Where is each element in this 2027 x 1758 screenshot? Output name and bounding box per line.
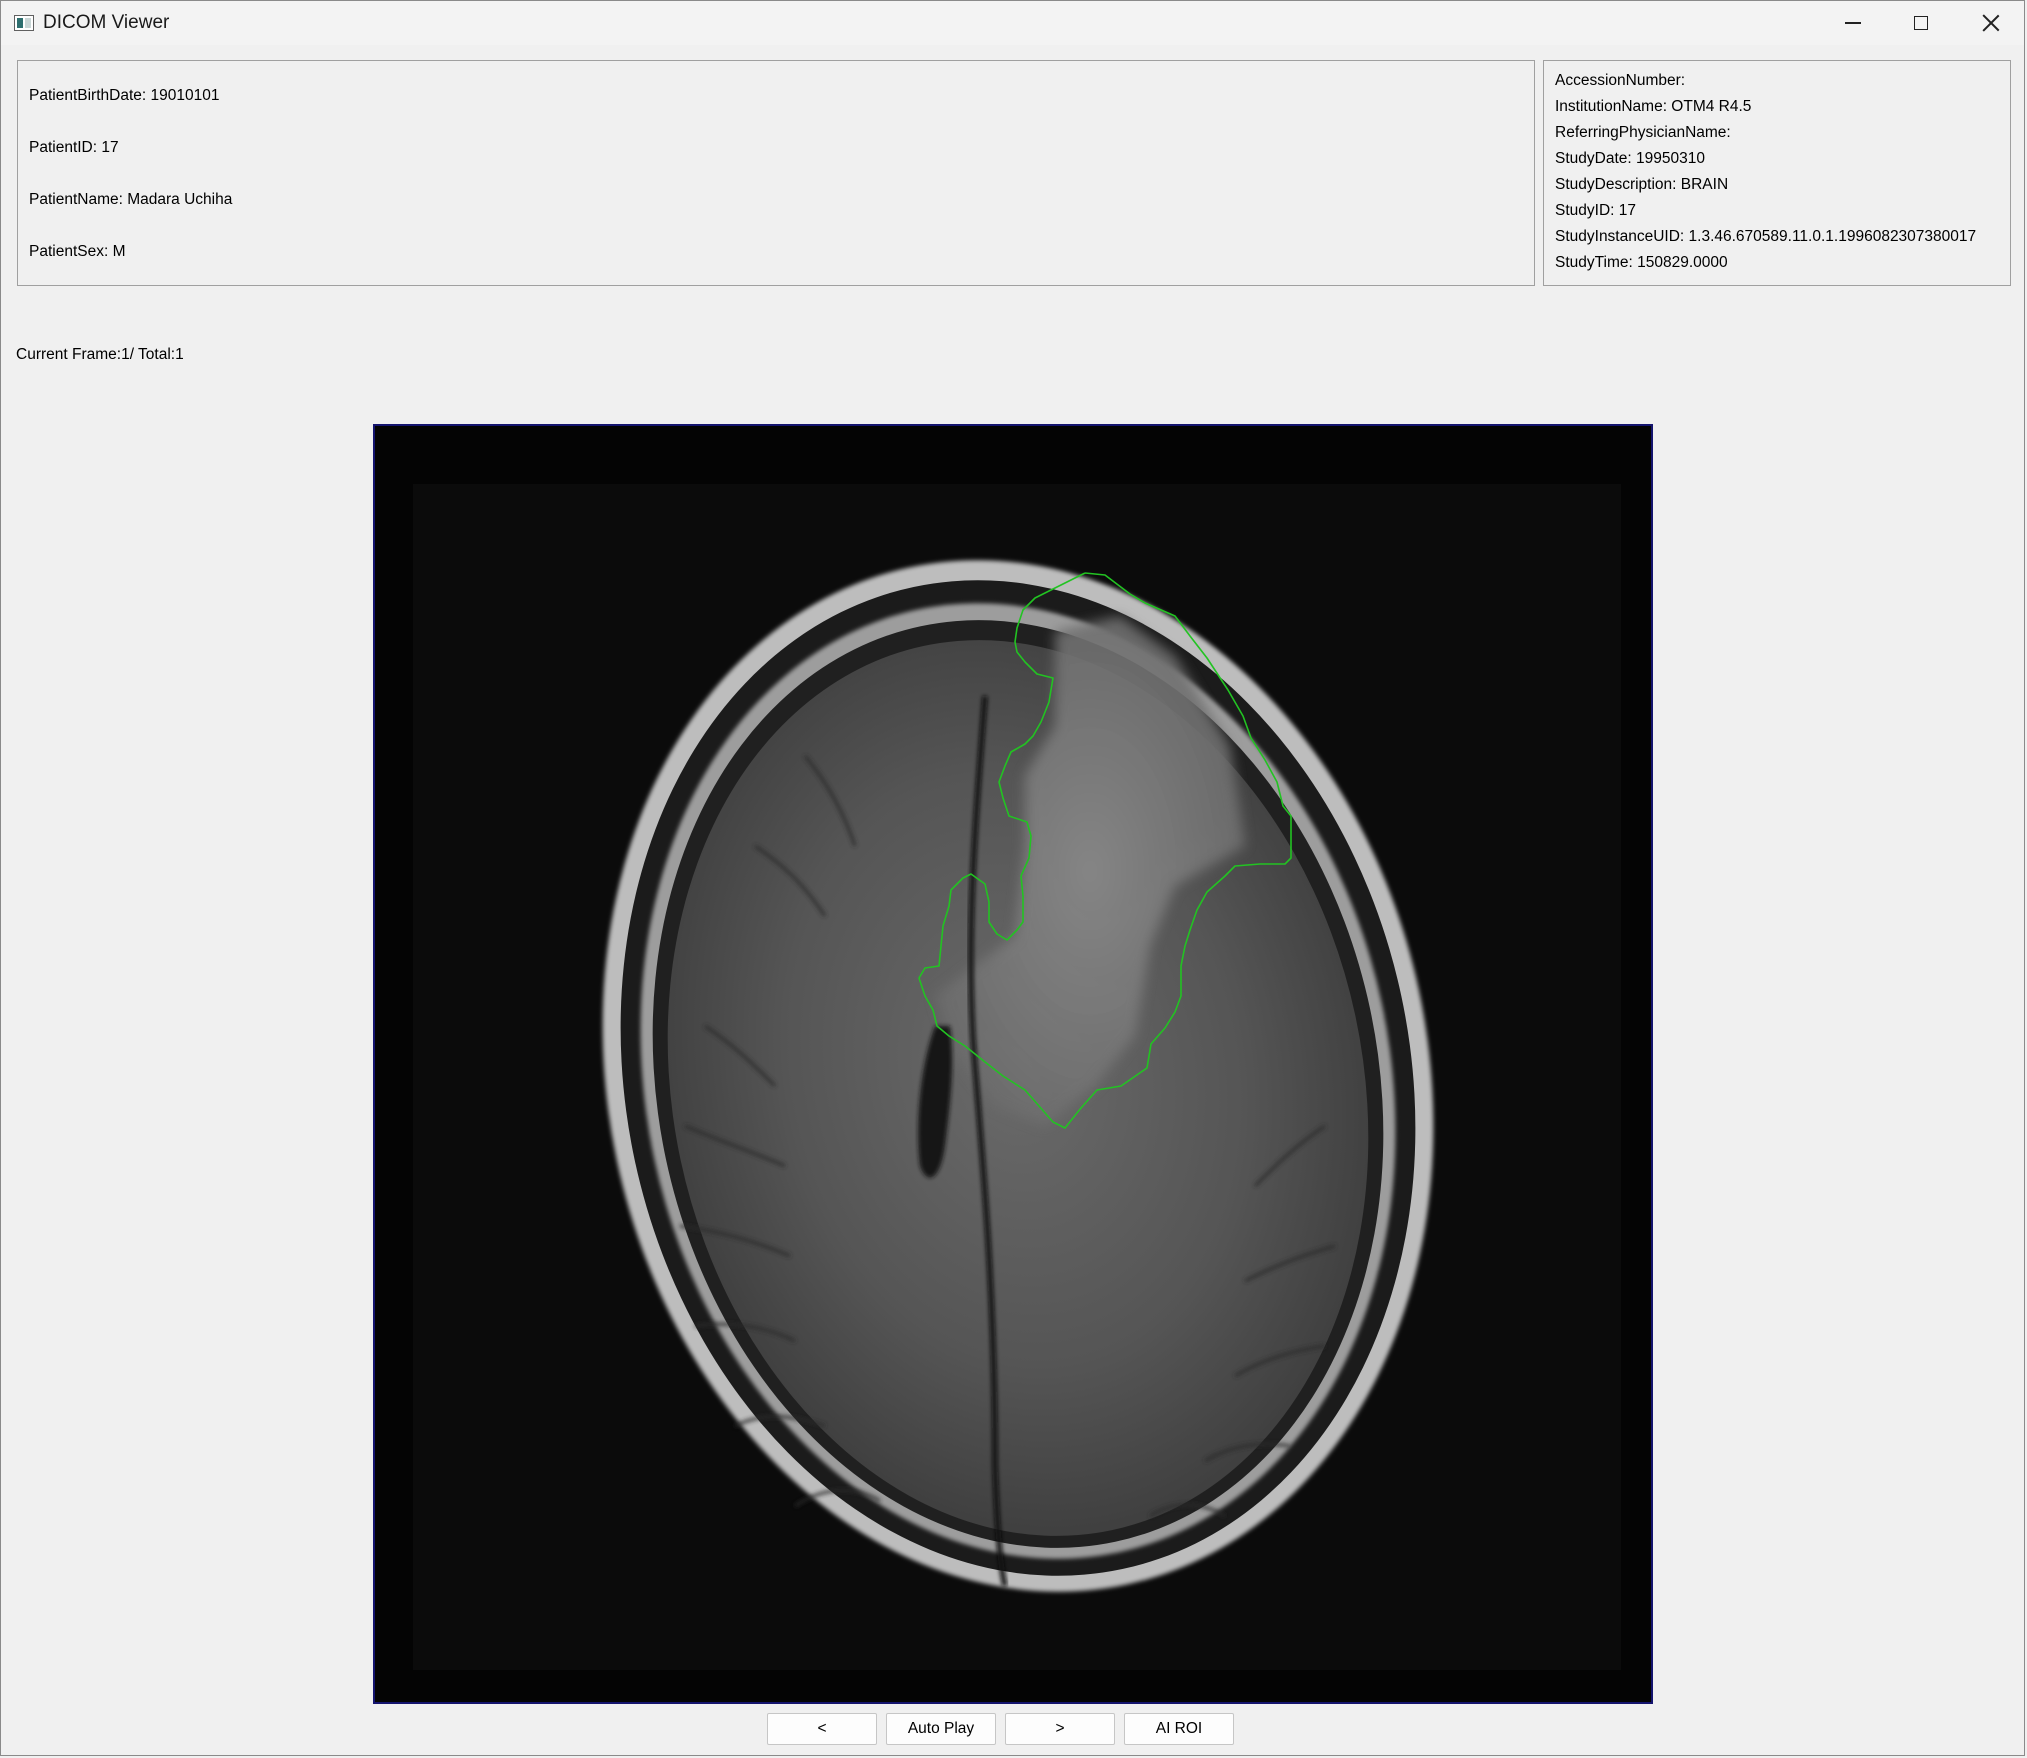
referring-physician-name: ReferringPhysicianName: — [1555, 124, 1731, 141]
window-title: DICOM Viewer — [43, 12, 170, 33]
ai-roi-button[interactable]: AI ROI — [1124, 1713, 1234, 1745]
patient-name: PatientName: Madara Uchiha — [29, 191, 233, 208]
study-description: StudyDescription: BRAIN — [1555, 176, 1729, 193]
app-icon — [14, 15, 34, 31]
frame-counter: Current Frame:1/ Total:1 — [16, 346, 184, 363]
maximize-icon — [1914, 16, 1928, 30]
study-info-panel: AccessionNumber: InstitutionName: OTM4 R… — [1543, 60, 2011, 286]
next-frame-button[interactable]: > — [1005, 1713, 1115, 1745]
minimize-icon — [1845, 22, 1861, 24]
close-icon — [1982, 14, 2000, 32]
patient-sex: PatientSex: M — [29, 243, 126, 260]
study-instance-uid: StudyInstanceUID: 1.3.46.670589.11.0.1.1… — [1555, 228, 1977, 245]
study-date: StudyDate: 19950310 — [1555, 150, 1705, 167]
accession-number: AccessionNumber: — [1555, 72, 1686, 89]
patient-birth-date: PatientBirthDate: 19010101 — [29, 87, 220, 104]
mri-image — [375, 426, 1651, 1702]
dicom-image-viewport[interactable] — [373, 424, 1653, 1704]
study-time: StudyTime: 150829.0000 — [1555, 254, 1728, 271]
minimize-button[interactable] — [1819, 1, 1887, 45]
previous-frame-button[interactable]: < — [767, 1713, 877, 1745]
close-button[interactable] — [1957, 1, 2025, 45]
title-bar: DICOM Viewer — [1, 1, 2024, 45]
auto-play-button[interactable]: Auto Play — [886, 1713, 996, 1745]
dicom-viewer-window: DICOM Viewer PatientBirthDate: 19010101 … — [0, 0, 2025, 1756]
patient-id: PatientID: 17 — [29, 139, 119, 156]
patient-info-panel: PatientBirthDate: 19010101 PatientID: 17… — [17, 60, 1535, 286]
institution-name: InstitutionName: OTM4 R4.5 — [1555, 98, 1752, 115]
study-id: StudyID: 17 — [1555, 202, 1636, 219]
maximize-button[interactable] — [1887, 1, 1955, 45]
